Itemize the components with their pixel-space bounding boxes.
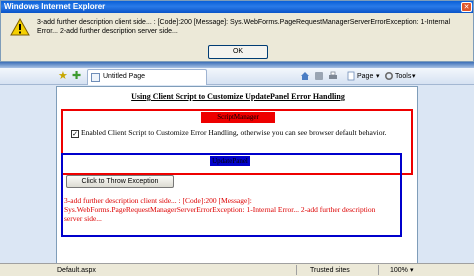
script-manager-label: ScriptManager <box>201 112 275 123</box>
page-content: Using Client Script to Customize UpdateP… <box>56 86 418 264</box>
page-title: Using Client Script to Customize UpdateP… <box>131 92 345 101</box>
feeds-icon[interactable] <box>314 71 324 81</box>
security-zone[interactable]: Trusted sites <box>310 266 350 275</box>
chevron-down-icon[interactable]: ▾ <box>376 72 380 81</box>
update-panel: UpdatePanel Click to Throw Exception 3-a… <box>61 153 402 237</box>
browser-window: ★ ✚ Untitled Page Page ▾ Tools ▾ Using C… <box>0 62 474 276</box>
ok-button[interactable]: OK <box>208 45 268 59</box>
status-bar: Default.aspx Trusted sites 100% ▾ <box>0 263 474 276</box>
home-icon[interactable] <box>300 71 310 81</box>
zoom-level[interactable]: 100% <box>390 266 408 275</box>
update-panel-label: UpdatePanel <box>210 156 250 166</box>
screen: Windows Internet Explorer ✕ 3-add furthe… <box>0 0 474 276</box>
warning-icon <box>10 18 30 36</box>
page-icon <box>91 73 100 82</box>
dialog-title: Windows Internet Explorer <box>1 1 473 13</box>
gear-icon <box>384 71 394 81</box>
chevron-down-icon[interactable]: ▾ <box>412 72 416 81</box>
browser-toolbar: ★ ✚ Untitled Page Page ▾ Tools ▾ <box>0 68 474 85</box>
error-message: 3-add further description client side...… <box>64 196 376 223</box>
page-menu[interactable]: Page <box>357 72 373 81</box>
alert-dialog: Windows Internet Explorer ✕ 3-add furthe… <box>0 0 474 62</box>
tab-untitled-page[interactable]: Untitled Page <box>87 69 207 85</box>
checkbox-label: Enabled Client Script to Customize Error… <box>81 128 387 137</box>
custom-error-checkbox[interactable]: ✓ <box>71 130 79 138</box>
tab-label: Untitled Page <box>103 73 146 80</box>
throw-exception-button[interactable]: Click to Throw Exception <box>66 175 174 188</box>
add-favorites-icon[interactable]: ✚ <box>72 69 81 83</box>
status-divider <box>296 265 297 275</box>
dialog-message: 3-add further description client side...… <box>37 19 451 35</box>
page-icon <box>347 71 355 81</box>
tools-menu[interactable]: Tools <box>395 72 411 81</box>
print-icon[interactable] <box>328 71 338 81</box>
status-divider <box>378 265 379 275</box>
status-url: Default.aspx <box>57 267 96 274</box>
favorites-star-icon[interactable]: ★ <box>58 69 68 83</box>
error-handling-option: ✓ Enabled Client Script to Customize Erro… <box>71 128 387 138</box>
close-icon[interactable]: ✕ <box>461 2 472 12</box>
chevron-down-icon[interactable]: ▾ <box>410 266 414 275</box>
